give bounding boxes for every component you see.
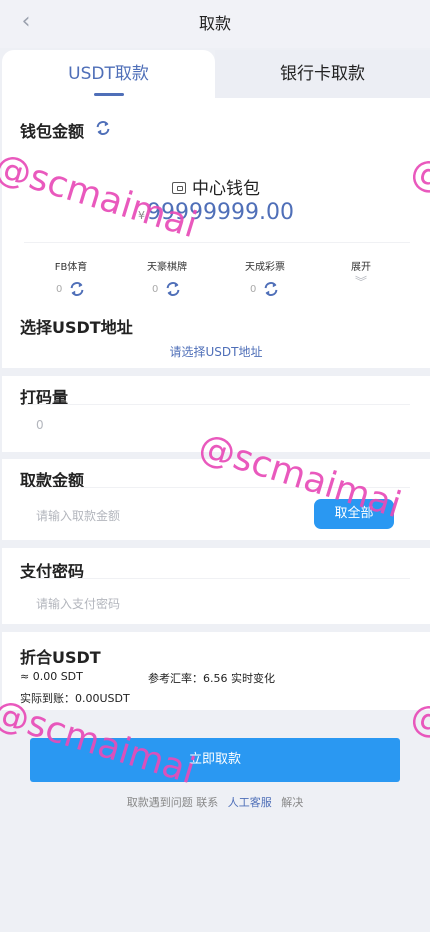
help-prefix: 取款遇到问题 — [126, 796, 193, 809]
refresh-icon[interactable] — [262, 280, 280, 298]
sub-wallet-fb: FB体育 0 — [26, 258, 116, 296]
wallet-section-title: 钱包金额 — [20, 122, 85, 141]
wallet-balance: ¥99999999.00 — [2, 200, 430, 225]
sub-wallet-value: 0 — [56, 284, 63, 295]
submit-withdraw-button[interactable]: 立即取款 — [30, 738, 400, 782]
divider — [24, 242, 410, 243]
refresh-icon[interactable] — [164, 280, 182, 298]
divider — [24, 487, 410, 488]
sub-wallet-name: FB体育 — [54, 262, 88, 273]
chevron-double-down-icon: ︾ — [354, 275, 367, 289]
usdt-approx: ≈ 0.00 SDT — [20, 670, 83, 683]
usdt-convert-card: 折合USDT ≈ 0.00 SDT 参考汇率：6.56 实时变化 实际到账：0.… — [2, 632, 430, 710]
customer-service-link[interactable]: 人工客服 — [228, 796, 272, 809]
wallet-card: 钱包金额 中心钱包 ¥99999999.00 FB体育 0 天豪棋牌 0 天成彩… — [2, 98, 430, 368]
help-mid: 联系 — [196, 796, 219, 809]
password-input[interactable]: 请输入支付密码 — [36, 595, 120, 612]
sub-wallet-th: 天豪棋牌 0 — [122, 258, 212, 296]
sub-wallet-name: 天豪棋牌 — [147, 262, 187, 273]
center-wallet-label: 中心钱包 — [2, 174, 430, 199]
wallet-icon — [172, 182, 186, 194]
password-card: 支付密码 请输入支付密码 — [2, 548, 430, 624]
expand-toggle[interactable]: 展开 ︾ — [316, 258, 406, 290]
refresh-icon[interactable] — [68, 280, 86, 298]
withdraw-all-button[interactable]: 取全部 — [314, 499, 394, 529]
amount-card: 取款金额 请输入取款金额 取全部 — [2, 459, 430, 540]
sub-wallet-name: 天成彩票 — [245, 262, 285, 273]
tab-label: USDT取款 — [68, 64, 149, 84]
currency-symbol: ¥ — [138, 209, 146, 222]
page-title: 取款 — [198, 14, 231, 33]
bet-value: 0 — [36, 418, 44, 432]
select-usdt-address-link[interactable]: 请选择USDT地址 — [2, 343, 430, 360]
tab-usdt-withdraw[interactable]: USDT取款 — [2, 50, 215, 98]
usdt-address-title: 选择USDT地址 — [20, 318, 133, 337]
tab-indicator — [94, 93, 124, 96]
top-bar: ‹ 取款 — [0, 0, 430, 48]
center-wallet-text: 中心钱包 — [192, 179, 260, 199]
tab-label: 银行卡取款 — [280, 64, 365, 84]
bet-card: 打码量 0 — [2, 376, 430, 452]
usdt-convert-title: 折合USDT — [20, 648, 101, 667]
divider — [24, 404, 410, 405]
tab-bar: USDT取款 银行卡取款 — [0, 50, 430, 98]
sub-wallet-value: 0 — [250, 284, 257, 295]
actual-received: 实际到账：0.00USDT — [20, 692, 130, 705]
help-line: 取款遇到问题 联系 人工客服 解决 — [0, 794, 430, 810]
balance-value: 99999999.00 — [147, 200, 294, 225]
refresh-icon[interactable] — [94, 119, 112, 137]
amount-input[interactable]: 请输入取款金额 — [36, 507, 120, 524]
exchange-rate: 参考汇率：6.56 实时变化 — [148, 672, 275, 685]
help-suffix: 解决 — [281, 796, 304, 809]
sub-wallet-tc: 天成彩票 0 — [220, 258, 310, 296]
tab-bank-withdraw[interactable]: 银行卡取款 — [215, 50, 430, 98]
expand-label: 展开 — [351, 262, 371, 273]
divider — [24, 578, 410, 579]
sub-wallet-value: 0 — [152, 284, 159, 295]
